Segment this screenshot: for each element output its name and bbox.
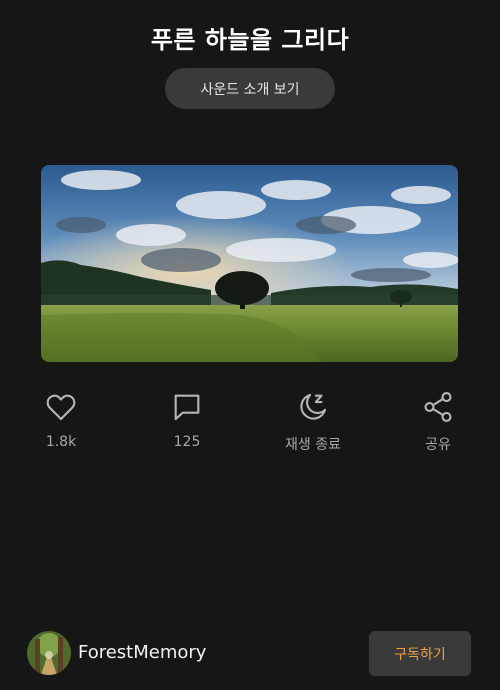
cover-image bbox=[41, 165, 458, 362]
channel-footer: ForestMemory 구독하기 bbox=[0, 630, 500, 678]
share-button[interactable]: 공유 bbox=[393, 390, 483, 454]
share-label: 공유 bbox=[425, 437, 451, 453]
heart-icon bbox=[46, 394, 76, 421]
avatar[interactable] bbox=[27, 631, 71, 675]
track-title: 푸른 하늘을 그리다 bbox=[150, 26, 350, 54]
sound-intro-button[interactable]: 사운드 소개 보기 bbox=[165, 68, 335, 109]
channel-name[interactable]: ForestMemory bbox=[78, 642, 206, 663]
comment-button[interactable]: 125 bbox=[142, 390, 232, 450]
sleep-timer-label: 재생 종료 bbox=[285, 437, 341, 453]
moon-sleep-icon bbox=[300, 393, 327, 420]
action-bar: 1.8k 125 재생 종료 공유 bbox=[0, 390, 500, 460]
like-count: 1.8k bbox=[45, 434, 77, 450]
sleep-timer-button[interactable]: 재생 종료 bbox=[268, 390, 358, 454]
share-icon bbox=[424, 392, 452, 422]
like-button[interactable]: 1.8k bbox=[16, 390, 106, 450]
comment-count: 125 bbox=[173, 434, 201, 450]
subscribe-button[interactable]: 구독하기 bbox=[369, 631, 471, 676]
comment-icon bbox=[174, 394, 200, 421]
